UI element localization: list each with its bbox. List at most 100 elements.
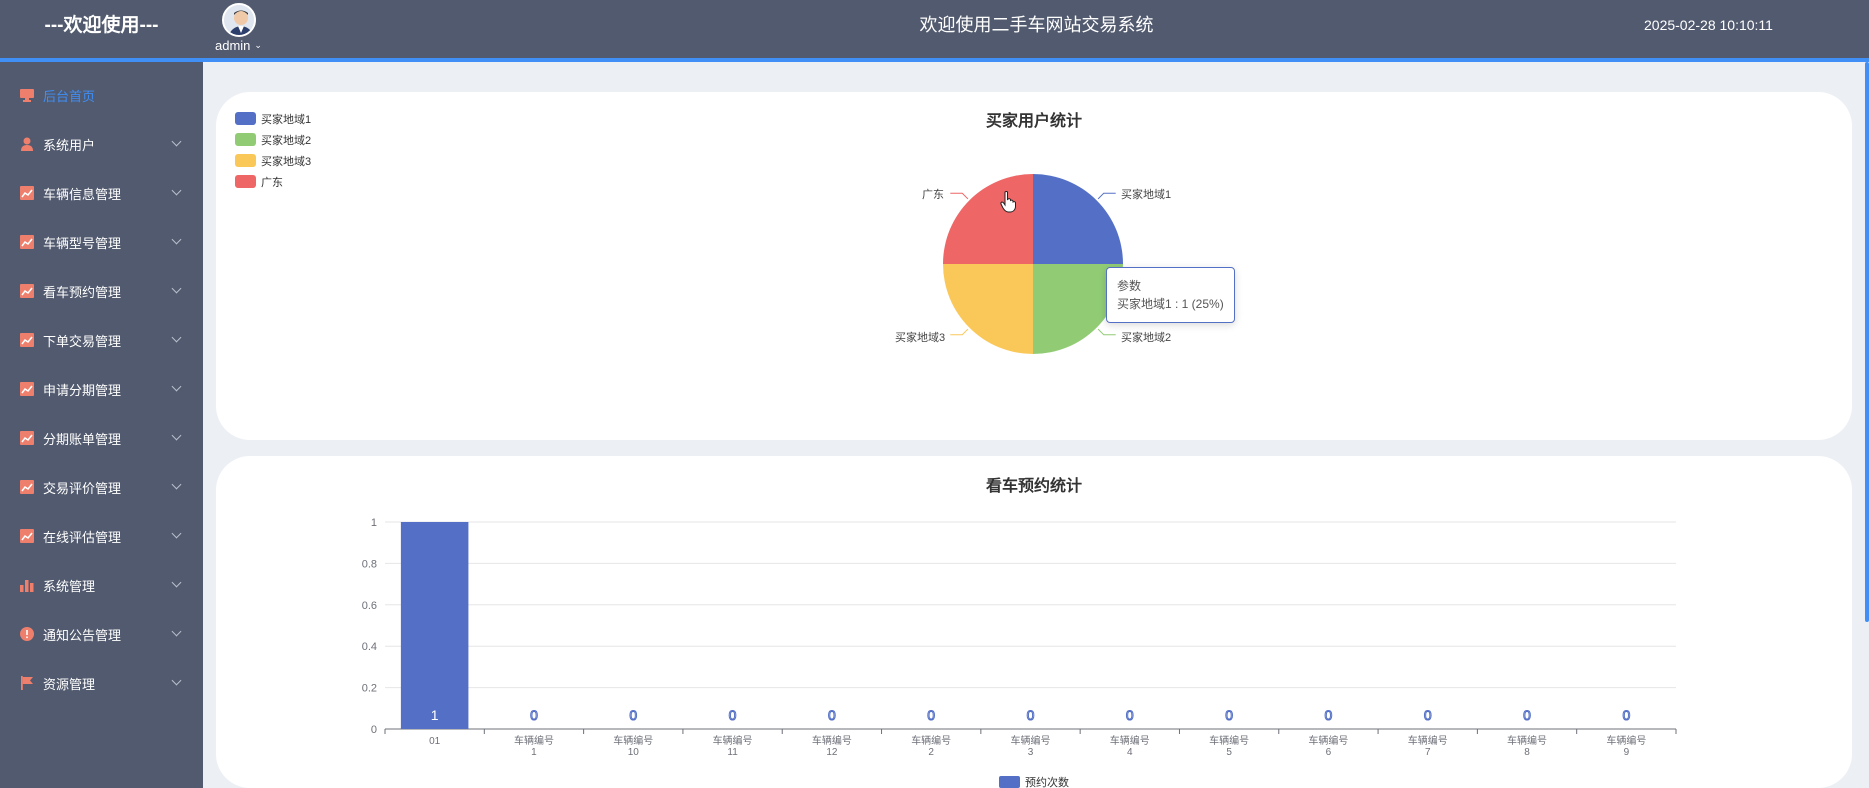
monitor-icon [20, 88, 34, 102]
scrollbar[interactable] [1865, 62, 1869, 622]
x-tick-label: 2 [928, 747, 934, 758]
chevron-down-icon [171, 332, 182, 343]
x-tick-label: 8 [1524, 747, 1530, 758]
chevron-down-icon [171, 283, 182, 294]
sidebar-item-order-transaction[interactable]: 下单交易管理 [0, 320, 203, 360]
system-title: 欢迎使用二手车网站交易系统 [919, 15, 1154, 35]
x-tick-label: 车辆编号 [1606, 734, 1646, 747]
sidebar-item-notice-management[interactable]: 通知公告管理 [0, 614, 203, 654]
legend-label: 买家地域2 [261, 134, 312, 147]
x-tick-label: 车辆编号 [1507, 734, 1547, 747]
legend-label: 预约次数 [1025, 777, 1069, 788]
sidebar-item-system-management[interactable]: 系统管理 [0, 565, 203, 605]
x-tick-label: 车辆编号 [1408, 734, 1448, 747]
sidebar-item-installment-bill[interactable]: 分期账单管理 [0, 418, 203, 458]
x-tick-label: 车辆编号 [613, 734, 653, 747]
sidebar-item-dashboard[interactable]: 后台首页 [0, 75, 203, 115]
pie-chart-title: 买家用户统计 [985, 113, 1082, 130]
legend-label: 买家地域3 [261, 155, 312, 168]
sidebar-item-installment-application[interactable]: 申请分期管理 [0, 369, 203, 409]
bar-data-label: 0 [1027, 707, 1035, 723]
tooltip-series: 参数 [1117, 279, 1142, 293]
chart-line-icon [20, 382, 34, 396]
chevron-down-icon [171, 430, 182, 441]
sidebar-item-label: 系统用户 [43, 137, 96, 153]
chevron-down-icon [171, 528, 182, 539]
chevron-down-icon [171, 479, 182, 490]
pie-leader-line [1097, 328, 1116, 336]
chart-tooltip: 参数 买家地域1 : 1 (25%) [1106, 267, 1235, 323]
bar-data-label: 0 [1424, 707, 1432, 723]
pie-legend-item[interactable]: 买家地域1 [235, 108, 311, 129]
bar-legend[interactable]: 预约次数 [999, 774, 1069, 788]
x-tick-label: 车辆编号 [713, 734, 753, 747]
pie-legend-item[interactable]: 买家地域3 [235, 150, 311, 171]
sidebar-item-resource-management[interactable]: 资源管理 [0, 663, 203, 703]
x-tick-label: 12 [826, 747, 838, 758]
pie-slice[interactable] [943, 264, 1033, 354]
sidebar-item-transaction-review[interactable]: 交易评价管理 [0, 467, 203, 507]
sidebar-item-label: 下单交易管理 [43, 333, 122, 349]
chart-line-icon [20, 480, 34, 494]
pie-slice[interactable] [943, 174, 1033, 264]
sidebar: 后台首页 系统用户 车辆信息管理 车辆型号管理 看车预约管理 下单交易管理 申请… [0, 62, 203, 788]
pie-leader-line [950, 328, 969, 336]
legend-swatch [235, 154, 256, 167]
info-icon [20, 627, 34, 641]
bar-data-label: 0 [729, 707, 737, 723]
chart-line-icon [20, 284, 34, 298]
bar-data-label: 0 [1225, 707, 1233, 723]
sidebar-item-vehicle-info[interactable]: 车辆信息管理 [0, 173, 203, 213]
sidebar-item-label: 资源管理 [43, 676, 96, 692]
chart-line-icon [20, 529, 34, 543]
pie-leader-line [950, 192, 969, 200]
sidebar-item-label: 分期账单管理 [43, 431, 122, 447]
sidebar-item-vehicle-model[interactable]: 车辆型号管理 [0, 222, 203, 262]
flag-icon [20, 676, 34, 690]
x-tick-label: 7 [1425, 747, 1431, 758]
sidebar-item-label: 通知公告管理 [43, 627, 122, 643]
bar-chart-icon [20, 578, 34, 592]
user-icon [20, 137, 34, 151]
sidebar-item-users[interactable]: 系统用户 [0, 124, 203, 164]
pie-slice-label: 买家地域3 [895, 332, 946, 344]
legend-swatch [235, 112, 256, 125]
sidebar-item-label: 车辆信息管理 [43, 186, 122, 202]
y-tick-label: 0.8 [362, 558, 377, 570]
pie-slice-label: 广东 [922, 189, 944, 201]
pie-slice-label: 买家地域2 [1121, 332, 1172, 344]
x-tick-label: 车辆编号 [1011, 734, 1051, 747]
sidebar-item-label: 在线评估管理 [43, 529, 122, 545]
header-accent-line [0, 58, 1869, 62]
hand-cursor-icon [1000, 191, 1016, 213]
pie-legend-item[interactable]: 买家地域2 [235, 129, 311, 150]
chart-line-icon [20, 431, 34, 445]
sidebar-item-viewing-reservation[interactable]: 看车预约管理 [0, 271, 203, 311]
sidebar-item-label: 交易评价管理 [43, 480, 122, 496]
legend-swatch [999, 776, 1020, 788]
bar-chart: 00.20.40.60.81011车辆编号10车辆编号100车辆编号110车辆编… [362, 517, 1677, 758]
sidebar-item-online-evaluation[interactable]: 在线评估管理 [0, 516, 203, 556]
chevron-down-icon [171, 675, 182, 686]
sidebar-item-label: 后台首页 [43, 88, 96, 104]
chart-line-icon [20, 186, 34, 200]
pie-legend-item[interactable]: 广东 [235, 171, 311, 192]
x-tick-label: 5 [1226, 747, 1232, 758]
bar-data-label: 0 [1523, 707, 1531, 723]
chart-line-icon [20, 333, 34, 347]
bar[interactable] [400, 522, 469, 729]
y-tick-label: 0 [371, 724, 377, 736]
pie-slice-label: 买家地域1 [1121, 189, 1172, 201]
y-tick-label: 0.4 [362, 641, 377, 653]
bar-data-label: 1 [431, 707, 439, 723]
current-datetime: 2025-02-28 10:10:11 [1644, 17, 1773, 33]
chevron-down-icon [171, 234, 182, 245]
sidebar-item-label: 申请分期管理 [43, 382, 122, 398]
chart-line-icon [20, 235, 34, 249]
top-header: ---欢迎使用--- admin ⌄ 欢迎使用二手车网站交易系统 2025-02… [0, 0, 1869, 58]
bar-data-label: 0 [1622, 707, 1630, 723]
pie-slice[interactable] [1033, 174, 1123, 264]
bar-data-label: 0 [1126, 707, 1134, 723]
x-tick-label: 1 [531, 747, 537, 758]
sidebar-item-label: 看车预约管理 [43, 284, 122, 300]
